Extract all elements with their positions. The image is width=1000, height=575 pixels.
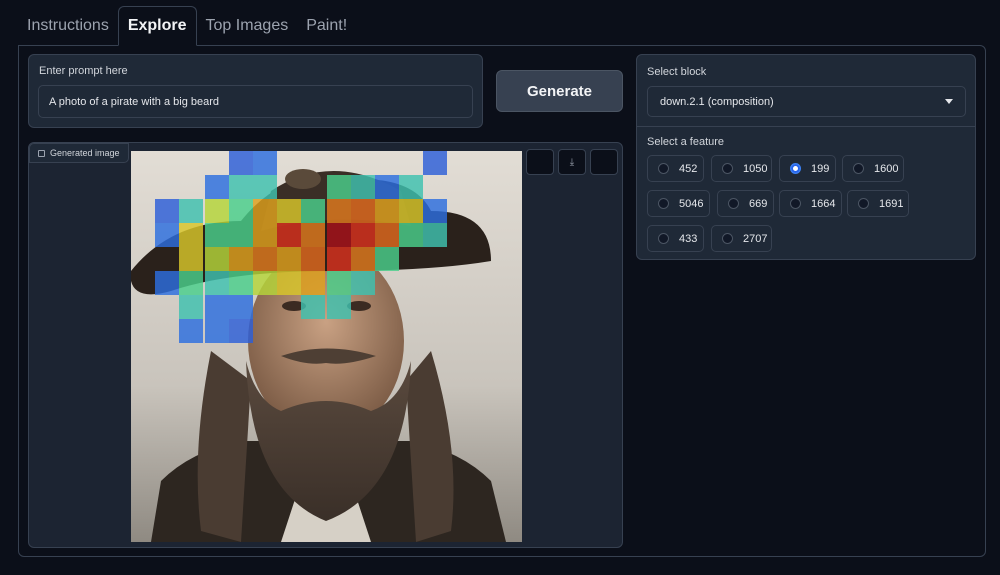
- tab-paint[interactable]: Paint!: [297, 6, 356, 46]
- generated-image-label: Generated image: [50, 148, 120, 158]
- block-dropdown[interactable]: down.2.1 (composition): [647, 86, 966, 117]
- feature-option-1600[interactable]: 1600: [842, 155, 904, 182]
- feature-option-label: 5046: [679, 197, 704, 210]
- feature-option-label: 199: [811, 162, 830, 175]
- fullscreen-button[interactable]: [526, 149, 554, 175]
- download-button[interactable]: ⤓: [558, 149, 586, 175]
- radio-icon: [858, 198, 869, 209]
- divider: [637, 126, 975, 127]
- radio-icon: [658, 233, 669, 244]
- prompt-label: Enter prompt here: [39, 65, 128, 77]
- feature-option-label: 452: [679, 162, 698, 175]
- generate-button[interactable]: Generate: [496, 70, 623, 112]
- tab-instructions[interactable]: Instructions: [18, 6, 118, 46]
- tab-bar: Instructions Explore Top Images Paint!: [18, 6, 356, 46]
- feature-option-1664[interactable]: 1664: [779, 190, 842, 217]
- radio-icon: [722, 233, 733, 244]
- feature-option-label: 1691: [879, 197, 904, 210]
- feature-option-label: 1600: [874, 162, 899, 175]
- feature-option-2707[interactable]: 2707: [711, 225, 772, 252]
- generated-image-badge: Generated image: [29, 143, 129, 163]
- radio-icon: [658, 198, 669, 209]
- feature-option-label: 1664: [811, 197, 836, 210]
- tab-top-images[interactable]: Top Images: [197, 6, 298, 46]
- prompt-input[interactable]: A photo of a pirate with a big beard: [38, 85, 473, 118]
- radio-icon: [790, 198, 801, 209]
- select-feature-label: Select a feature: [647, 136, 725, 148]
- radio-icon: [722, 163, 733, 174]
- feature-option-5046[interactable]: 5046: [647, 190, 710, 217]
- feature-option-199[interactable]: 199: [779, 155, 836, 182]
- image-icon: [38, 149, 45, 157]
- feature-option-1691[interactable]: 1691: [847, 190, 909, 217]
- feature-option-1050[interactable]: 1050: [711, 155, 772, 182]
- chevron-down-icon: [945, 99, 953, 104]
- generated-image-panel: Generated image ⤓: [28, 142, 623, 548]
- feature-option-label: 433: [679, 232, 698, 245]
- feature-selection-panel: Select block down.2.1 (composition) Sele…: [636, 54, 976, 260]
- block-dropdown-value: down.2.1 (composition): [660, 95, 774, 108]
- feature-option-label: 2707: [743, 232, 768, 245]
- prompt-panel: Enter prompt here A photo of a pirate wi…: [28, 54, 483, 128]
- tab-explore[interactable]: Explore: [117, 6, 197, 46]
- feature-option-label: 1050: [743, 162, 768, 175]
- radio-icon: [853, 163, 864, 174]
- generated-image: [131, 151, 522, 542]
- radio-icon: [658, 163, 669, 174]
- select-block-label: Select block: [647, 66, 707, 78]
- download-icon: ⤓: [569, 156, 575, 168]
- share-button[interactable]: [590, 149, 618, 175]
- radio-selected-icon: [790, 163, 801, 174]
- feature-option-label: 669: [749, 197, 768, 210]
- radio-icon: [728, 198, 739, 209]
- feature-option-669[interactable]: 669: [717, 190, 774, 217]
- feature-option-433[interactable]: 433: [647, 225, 704, 252]
- feature-option-452[interactable]: 452: [647, 155, 704, 182]
